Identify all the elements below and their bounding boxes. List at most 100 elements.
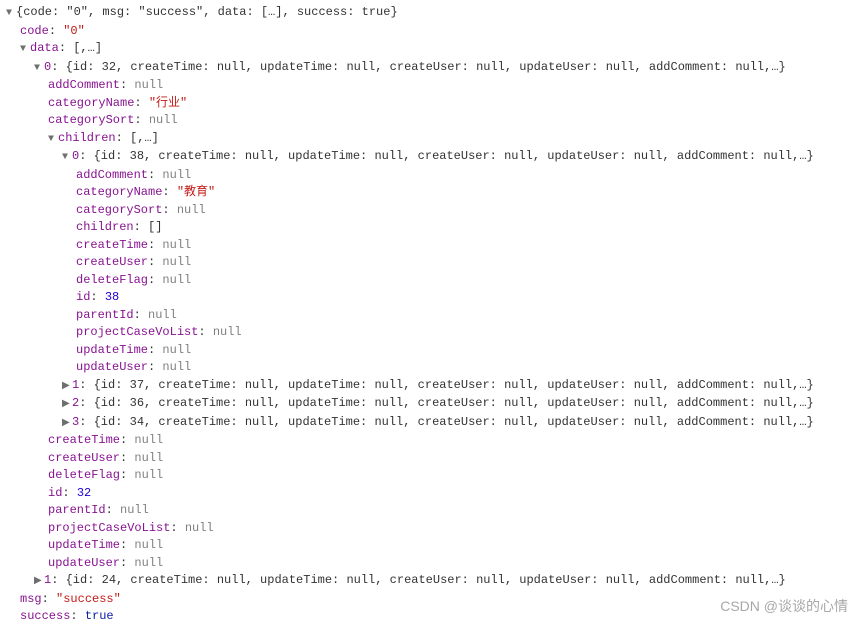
property-value: "行业" — [149, 96, 187, 110]
property-value: null — [162, 343, 191, 357]
json-property[interactable]: addComment: null — [6, 167, 852, 185]
object-preview: {id: 38, createTime: null, updateTime: n… — [94, 149, 814, 163]
property-value: null — [162, 255, 191, 269]
json-property[interactable]: updateUser: null — [6, 359, 852, 377]
toggle-icon[interactable] — [62, 378, 72, 396]
property-value: 32 — [77, 486, 91, 500]
json-property[interactable]: id: 32 — [6, 485, 852, 503]
array-preview: [,…] — [130, 131, 159, 145]
toggle-icon[interactable] — [62, 396, 72, 414]
property-key: parentId — [48, 503, 106, 517]
array-item[interactable]: 2: {id: 36, createTime: null, updateTime… — [6, 395, 852, 414]
property-key: categoryName — [76, 185, 162, 199]
property-key: code — [20, 24, 49, 38]
property-value: null — [134, 468, 163, 482]
object-preview: {id: 24, createTime: null, updateTime: n… — [66, 573, 786, 587]
property-value: "success" — [56, 592, 121, 606]
json-property[interactable]: parentId: null — [6, 502, 852, 520]
property-value: null — [185, 521, 214, 535]
property-key: children — [58, 131, 116, 145]
property-key: projectCaseVoList — [76, 325, 198, 339]
property-value: null — [134, 538, 163, 552]
property-key: data — [30, 41, 59, 55]
json-property[interactable]: createTime: null — [6, 432, 852, 450]
json-property[interactable]: id: 38 — [6, 289, 852, 307]
property-key: createTime — [48, 433, 120, 447]
json-property[interactable]: success: true — [6, 608, 852, 626]
toggle-icon[interactable] — [34, 60, 44, 78]
toggle-icon[interactable] — [34, 573, 44, 591]
property-value: [] — [148, 220, 162, 234]
property-key: updateTime — [76, 343, 148, 357]
property-key: id — [48, 486, 62, 500]
array-item[interactable]: 0: {id: 38, createTime: null, updateTime… — [6, 148, 852, 167]
json-property[interactable]: categorySort: null — [6, 112, 852, 130]
property-value: null — [213, 325, 242, 339]
property-key: createTime — [76, 238, 148, 252]
json-property[interactable]: createUser: null — [6, 254, 852, 272]
property-key: createUser — [48, 451, 120, 465]
json-property[interactable]: children: [,…] — [6, 130, 852, 149]
property-value: 38 — [105, 290, 119, 304]
toggle-icon[interactable] — [48, 131, 58, 149]
property-key: deleteFlag — [48, 468, 120, 482]
object-preview: {id: 36, createTime: null, updateTime: n… — [94, 396, 814, 410]
toggle-icon[interactable] — [62, 415, 72, 433]
property-key: parentId — [76, 308, 134, 322]
property-key: updateUser — [48, 556, 120, 570]
json-property[interactable]: categoryName: "教育" — [6, 184, 852, 202]
json-property[interactable]: data: [,…] — [6, 40, 852, 59]
json-property[interactable]: createTime: null — [6, 237, 852, 255]
property-value: null — [177, 203, 206, 217]
toggle-icon[interactable] — [6, 5, 16, 23]
json-property[interactable]: deleteFlag: null — [6, 272, 852, 290]
property-key: children — [76, 220, 134, 234]
array-item[interactable]: 1: {id: 24, createTime: null, updateTime… — [6, 572, 852, 591]
toggle-icon[interactable] — [20, 41, 30, 59]
property-key: projectCaseVoList — [48, 521, 170, 535]
property-key: updateTime — [48, 538, 120, 552]
json-property[interactable]: projectCaseVoList: null — [6, 520, 852, 538]
json-property[interactable]: children: [] — [6, 219, 852, 237]
property-value: null — [162, 238, 191, 252]
property-value: null — [134, 78, 163, 92]
property-key: categorySort — [76, 203, 162, 217]
json-property[interactable]: code: "0" — [6, 23, 852, 41]
json-property[interactable]: addComment: null — [6, 77, 852, 95]
property-key: addComment — [48, 78, 120, 92]
property-key: msg — [20, 592, 42, 606]
json-root-line[interactable]: {code: "0", msg: "success", data: […], s… — [6, 4, 852, 23]
array-preview: [,…] — [73, 41, 102, 55]
property-value: "教育" — [177, 185, 215, 199]
json-property[interactable]: updateTime: null — [6, 537, 852, 555]
json-property[interactable]: projectCaseVoList: null — [6, 324, 852, 342]
json-property[interactable]: parentId: null — [6, 307, 852, 325]
json-property[interactable]: updateUser: null — [6, 555, 852, 573]
json-property[interactable]: msg: "success" — [6, 591, 852, 609]
property-value: null — [134, 556, 163, 570]
json-property[interactable]: updateTime: null — [6, 342, 852, 360]
property-value: null — [162, 360, 191, 374]
json-property[interactable]: categoryName: "行业" — [6, 95, 852, 113]
array-item[interactable]: 3: {id: 34, createTime: null, updateTime… — [6, 414, 852, 433]
object-preview: {id: 37, createTime: null, updateTime: n… — [94, 378, 814, 392]
property-key: updateUser — [76, 360, 148, 374]
object-preview: {id: 34, createTime: null, updateTime: n… — [94, 415, 814, 429]
property-value: null — [162, 168, 191, 182]
property-value: null — [149, 113, 178, 127]
json-property[interactable]: deleteFlag: null — [6, 467, 852, 485]
property-value: null — [162, 273, 191, 287]
toggle-icon[interactable] — [62, 149, 72, 167]
object-preview: {code: "0", msg: "success", data: […], s… — [16, 5, 398, 19]
property-key: addComment — [76, 168, 148, 182]
json-property[interactable]: createUser: null — [6, 450, 852, 468]
array-item[interactable]: 0: {id: 32, createTime: null, updateTime… — [6, 59, 852, 78]
property-key: categoryName — [48, 96, 134, 110]
property-value: null — [134, 451, 163, 465]
property-value: null — [134, 433, 163, 447]
property-key: createUser — [76, 255, 148, 269]
json-property[interactable]: categorySort: null — [6, 202, 852, 220]
property-value: null — [120, 503, 149, 517]
array-item[interactable]: 1: {id: 37, createTime: null, updateTime… — [6, 377, 852, 396]
object-preview: {id: 32, createTime: null, updateTime: n… — [66, 60, 786, 74]
